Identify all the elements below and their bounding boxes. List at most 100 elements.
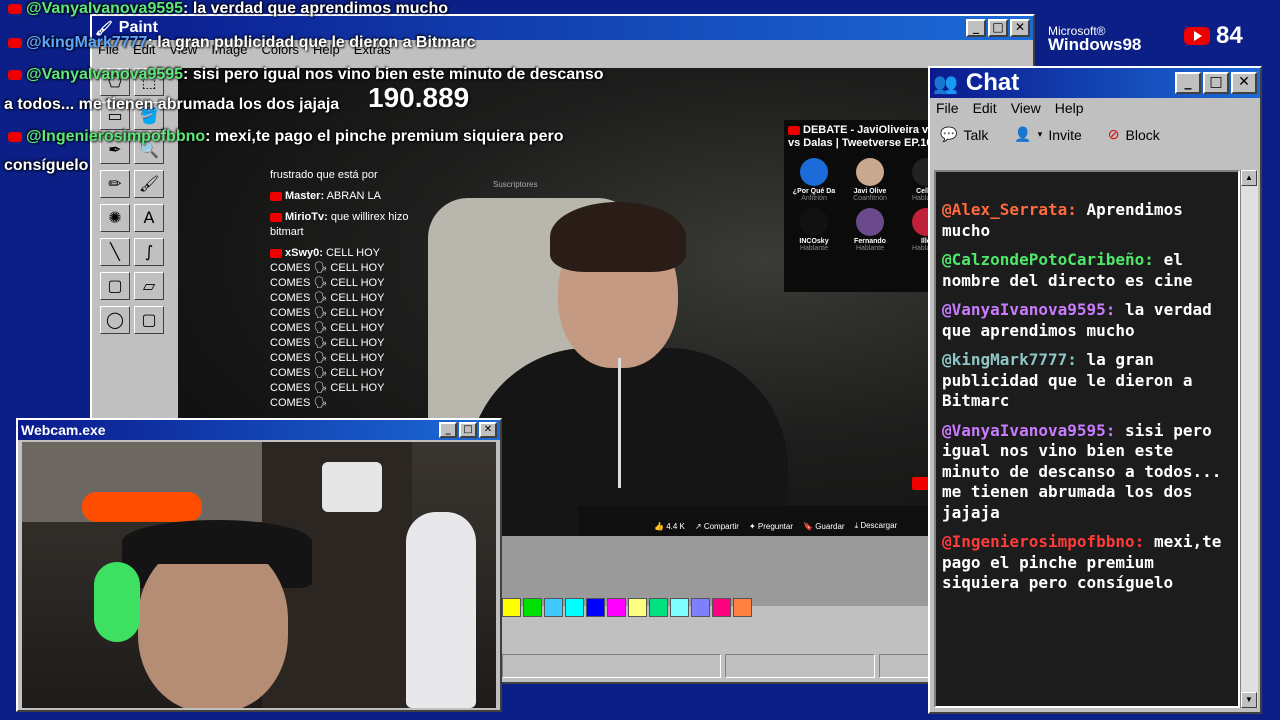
color-swatch[interactable] xyxy=(607,598,626,617)
youtube-icon xyxy=(8,37,22,48)
color-swatch[interactable] xyxy=(544,598,563,617)
chat-menu-view[interactable]: View xyxy=(1011,100,1041,116)
chat-message: @VanyaIvanova9595: sisi pero igual nos v… xyxy=(942,421,1232,524)
stream-chat-line: COMES 🗣 CELL HOY xyxy=(270,382,385,394)
text-icon[interactable]: A xyxy=(134,204,164,232)
guest-tile[interactable]: ¿Por Qué Da Anfitrión xyxy=(788,158,840,202)
chat-scrollbar[interactable]: ▲ ▼ xyxy=(1240,170,1258,708)
block-button[interactable]: ⊘ Block xyxy=(1108,126,1160,143)
youtube-icon xyxy=(270,191,282,201)
minimize-button[interactable]: _ xyxy=(966,19,986,37)
invite-icon: 👤 xyxy=(1014,126,1032,142)
subscriber-count: 190.889 xyxy=(368,82,470,113)
video-action-2[interactable]: ✦ Preguntar xyxy=(749,522,793,531)
guest-tile[interactable]: Javi Olive Coanfitrión xyxy=(844,158,896,202)
close-button[interactable]: ✕ xyxy=(479,422,497,438)
ellipse-icon[interactable]: ◯ xyxy=(100,306,130,334)
stream-chat-line: xSwy0: CELL HOY xyxy=(270,246,420,261)
maximize-button[interactable]: □ xyxy=(459,422,477,438)
video-action-3[interactable]: 🔖 Guardar xyxy=(803,522,845,531)
chat-message: @VanyaIvanova9595: la verdad que aprendi… xyxy=(942,300,1232,341)
curve-icon[interactable]: ∫ xyxy=(134,238,164,266)
brush-icon[interactable]: 🖌 xyxy=(134,170,164,198)
avatar xyxy=(856,208,884,236)
orange-decor xyxy=(82,492,202,522)
color-swatch[interactable] xyxy=(712,598,731,617)
minimize-button[interactable]: _ xyxy=(439,422,457,438)
color-swatch[interactable] xyxy=(565,598,584,617)
avatar xyxy=(800,158,828,186)
windows98-logo: Microsoft® Windows98 xyxy=(1048,24,1142,54)
paint-toolbox: ⬠ ⬚ ▭ 🪣 ✒ 🔍 ✏ 🖌 ✺ A ╲ ∫ ▢ ▱ ◯ ▢ xyxy=(100,68,170,408)
rectangle-icon[interactable]: ▢ xyxy=(100,272,130,300)
chat-username: @Alex_Serrata: xyxy=(942,200,1077,219)
overlay-message: consíguelo xyxy=(4,157,89,174)
chat-username: @kingMark7777: xyxy=(942,350,1077,369)
youtube-icon xyxy=(8,3,22,14)
color-swatch[interactable] xyxy=(733,598,752,617)
video-action-4[interactable]: ⤓ Descargar xyxy=(855,521,898,531)
overlay-message: @VanyaIvanova9595: la verdad que aprendi… xyxy=(8,0,448,18)
chat-username: @VanyaIvanova9595: xyxy=(942,420,1116,440)
stream-chat-line: COMES 🗣 CELL HOY xyxy=(270,262,385,274)
youtube-icon xyxy=(270,212,282,222)
color-swatch[interactable] xyxy=(628,598,647,617)
cap-brim xyxy=(122,520,312,564)
chat-username: @Ingenierosimpofbbno: xyxy=(942,532,1145,551)
polygon-icon[interactable]: ▱ xyxy=(134,272,164,300)
chat-username: @VanyaIvanova9595: xyxy=(942,300,1116,319)
video-action-1[interactable]: ↗ Compartir xyxy=(695,522,739,531)
invite-button[interactable]: 👤 ▾ Invite xyxy=(1014,126,1081,143)
chat-message: @Alex_Serrata: Aprendimos mucho xyxy=(942,200,1232,241)
chat-toolbar: 💬 Talk 👤 ▾ Invite ⊘ Block xyxy=(930,118,1260,151)
close-button[interactable]: ✕ xyxy=(1010,19,1030,37)
airbrush-icon[interactable]: ✺ xyxy=(100,204,130,232)
chat-menu-help[interactable]: Help xyxy=(1055,100,1084,116)
dropdown-icon[interactable]: ▾ xyxy=(1038,129,1043,140)
guest-tile[interactable]: Fernando Hablante xyxy=(844,208,896,252)
color-swatch[interactable] xyxy=(691,598,710,617)
chat-log[interactable]: @Alex_Serrata: Aprendimos mucho @Calzonde… xyxy=(934,170,1240,708)
color-swatch[interactable] xyxy=(523,598,542,617)
paper-roll xyxy=(322,462,382,512)
overlay-message: a todos... me tienen abrumada los dos ja… xyxy=(4,96,340,113)
streamer xyxy=(468,188,788,548)
viewer-count: 84 xyxy=(1184,22,1243,50)
chat-menu-edit[interactable]: Edit xyxy=(973,100,997,116)
stream-chat-line: Master: ABRAN LA xyxy=(270,189,420,204)
stream-chat-line: COMES 🗣 CELL HOY xyxy=(270,307,385,319)
youtube-icon xyxy=(8,131,22,142)
chat-menu-file[interactable]: File xyxy=(936,100,959,116)
avatar xyxy=(800,208,828,236)
scroll-down-icon[interactable]: ▼ xyxy=(1241,692,1257,708)
chat-username: @CalzondePotoCaribeño: xyxy=(942,250,1154,269)
webcam-window: Webcam.exe _ □ ✕ xyxy=(16,418,502,712)
overlay-message: @Ingenierosimpofbbno: mexi,te pago el pi… xyxy=(8,128,563,146)
close-button[interactable]: ✕ xyxy=(1231,72,1257,94)
webcam-titlebar[interactable]: Webcam.exe _ □ ✕ xyxy=(18,420,500,440)
maximize-button[interactable]: □ xyxy=(1203,72,1229,94)
chat-menubar: File Edit View Help xyxy=(930,98,1260,118)
color-swatch[interactable] xyxy=(502,598,521,617)
pencil-icon[interactable]: ✏ xyxy=(100,170,130,198)
line-icon[interactable]: ╲ xyxy=(100,238,130,266)
webcam-person xyxy=(138,542,288,708)
color-swatch[interactable] xyxy=(649,598,668,617)
color-swatch[interactable] xyxy=(670,598,689,617)
guest-tile[interactable]: INCOsky Hablante xyxy=(788,208,840,252)
talk-button[interactable]: 💬 Talk xyxy=(940,126,988,143)
youtube-icon xyxy=(270,248,282,258)
stream-chat-line: COMES 🗣 CELL HOY xyxy=(270,292,385,304)
minimize-button[interactable]: _ xyxy=(1175,72,1201,94)
stream-chat-line: COMES 🗣 CELL HOY xyxy=(270,352,385,364)
color-swatch[interactable] xyxy=(586,598,605,617)
talk-icon: 💬 xyxy=(940,126,958,142)
rounded-rect-icon[interactable]: ▢ xyxy=(134,306,164,334)
video-action-0[interactable]: 👍 4.4 K xyxy=(654,522,685,531)
scroll-up-icon[interactable]: ▲ xyxy=(1241,170,1257,186)
maximize-button[interactable]: □ xyxy=(988,19,1008,37)
stream-chat-line: MirioTv: que willirex hizo bitmart xyxy=(270,211,409,238)
chat-title: Chat xyxy=(965,69,1020,96)
chat-message: @CalzondePotoCaribeño: el nombre del dir… xyxy=(942,250,1232,291)
chat-titlebar[interactable]: 👥 Chat _ □ ✕ xyxy=(930,68,1260,98)
